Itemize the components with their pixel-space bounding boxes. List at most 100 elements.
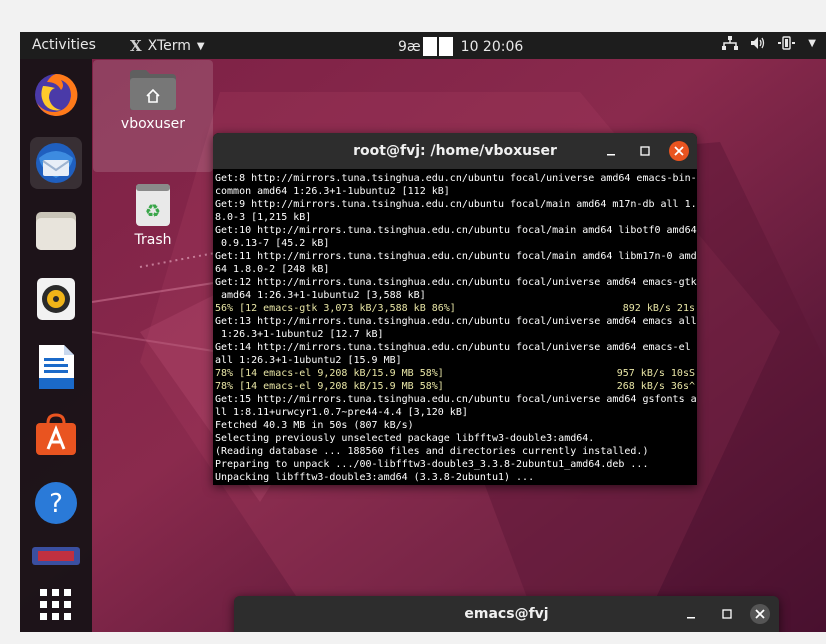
software-store-icon xyxy=(36,413,76,455)
terminal-line-text: common amd64 1:26.3+1-1ubuntu2 [112 kB] xyxy=(215,186,450,197)
terminal-line-text: Get:12 http://mirrors.tuna.tsinghua.edu.… xyxy=(215,277,697,288)
maximize-icon xyxy=(722,609,732,619)
emacs-close-button[interactable] xyxy=(750,604,770,624)
terminal-line-rate: 268 kB/s 36s^ xyxy=(616,381,695,392)
terminal-line-text: Fetched 40.3 MB in 50s (807 kB/s) xyxy=(215,420,414,431)
terminal-line: Get:10 http://mirrors.tuna.tsinghua.edu.… xyxy=(215,224,697,237)
xterm-titlebar[interactable]: root@fvj: /home/vboxuser xyxy=(213,133,697,169)
xterm-window[interactable]: root@fvj: /home/vboxuser Get:8 http://mi… xyxy=(213,133,697,485)
terminal-line: common amd64 1:26.3+1-1ubuntu2 [112 kB] xyxy=(215,185,695,198)
progress-line: 78% [14 emacs-el 9,208 kB/15.9 MB 58%] 26… xyxy=(215,380,695,393)
terminal-line-text: 8.0-3 [1,215 kB] xyxy=(215,212,312,223)
minimize-button[interactable] xyxy=(601,141,621,161)
terminal-line: Get:13 http://mirrors.tuna.tsinghua.edu.… xyxy=(215,315,697,328)
terminal-line: 0.9.13-7 [45.2 kB] xyxy=(215,237,695,250)
desktop-trash[interactable]: ♻ Trash xyxy=(113,182,193,252)
terminal-line: Get:14 http://mirrors.tuna.tsinghua.edu.… xyxy=(215,341,695,354)
terminal-line: Get:15 http://mirrors.tuna.tsinghua.edu.… xyxy=(215,393,697,406)
terminal-line-text: Unpacking libfftw3-double3:amd64 (3.3.8-… xyxy=(215,472,535,483)
terminal-output[interactable]: Get:8 http://mirrors.tuna.tsinghua.edu.c… xyxy=(213,169,697,484)
dock: ? xyxy=(20,59,92,632)
terminal-line: 1:26.3+1-1ubuntu2 [12.7 kB] xyxy=(215,328,695,341)
clock[interactable]: 9æ 10 20:06 xyxy=(398,37,523,56)
terminal-line-text: 78% [14 emacs-el 9,208 kB/15.9 MB 58%] xyxy=(215,368,444,379)
terminal-line-text: Get:13 http://mirrors.tuna.tsinghua.edu.… xyxy=(215,316,697,327)
terminal-line-text: 1:26.3+1-1ubuntu2 [12.7 kB] xyxy=(215,329,384,340)
emacs-window[interactable]: emacs@fvj xyxy=(234,596,779,632)
minimize-icon xyxy=(607,154,615,156)
missing-glyph-box xyxy=(438,37,453,56)
terminal-line-text: Get:9 http://mirrors.tuna.tsinghua.edu.c… xyxy=(215,199,697,210)
close-icon xyxy=(750,604,770,624)
terminal-line: 64 1.8.0-2 [248 kB] xyxy=(215,263,695,276)
thunderbird-icon xyxy=(36,143,76,183)
app-icon xyxy=(32,547,80,565)
terminal-line: 8.0-3 [1,215 kB] xyxy=(215,211,695,224)
terminal-line-rate: 957 kB/s 10sS xyxy=(616,368,695,379)
maximize-button[interactable] xyxy=(635,141,655,161)
terminal-line: Get:9 http://mirrors.tuna.tsinghua.edu.c… xyxy=(215,198,697,211)
network-icon xyxy=(722,36,739,50)
trash-label: Trash xyxy=(134,232,172,248)
terminal-line-text: 64 1.8.0-2 [248 kB] xyxy=(215,264,330,275)
dock-writer[interactable] xyxy=(30,341,82,393)
close-icon xyxy=(669,141,689,161)
terminal-line-text: ll 1:8.11+urwcyr1.0.7~pre44-4.4 [3,120 k… xyxy=(215,407,468,418)
terminal-line: Preparing to unpack .../00-libfftw3-doub… xyxy=(215,458,695,471)
terminal-line-text: Get:11 http://mirrors.tuna.tsinghua.edu.… xyxy=(215,251,697,262)
terminal-line: Get:11 http://mirrors.tuna.tsinghua.edu.… xyxy=(215,250,697,263)
dock-firefox[interactable] xyxy=(30,69,82,121)
emacs-maximize-button[interactable] xyxy=(717,604,737,624)
battery-icon xyxy=(778,36,796,50)
terminal-line-text: 0.9.13-7 [45.2 kB] xyxy=(215,238,330,249)
desktop-screen: Activities X XTerm ▼ 9æ 10 20:06 ▼ ? vbo… xyxy=(20,32,826,632)
clock-time: 10 20:06 xyxy=(460,38,524,55)
svg-text:?: ? xyxy=(49,489,63,519)
trash-icon: ♻ xyxy=(136,184,170,226)
chevron-down-icon: ▼ xyxy=(808,37,816,49)
terminal-line-text: (Reading database ... 188560 files and d… xyxy=(215,446,649,457)
terminal-line: Selecting previously unselected package … xyxy=(215,432,695,445)
emacs-titlebar[interactable]: emacs@fvj xyxy=(234,596,779,632)
show-applications-button[interactable] xyxy=(30,579,82,631)
terminal-line: amd64 1:26.3+1-1ubuntu2 [3,588 kB] xyxy=(215,289,695,302)
dock-files[interactable] xyxy=(30,205,82,257)
terminal-line-text: Selecting previously unselected package … xyxy=(215,433,595,444)
svg-text:♻: ♻ xyxy=(145,201,161,222)
activities-button[interactable]: Activities xyxy=(32,37,96,53)
terminal-line-text: 78% [14 emacs-el 9,208 kB/15.9 MB 58%] xyxy=(215,381,444,392)
app-menu[interactable]: X XTerm ▼ xyxy=(130,37,205,55)
terminal-line: (Reading database ... 188560 files and d… xyxy=(215,445,695,458)
progress-line: 56% [12 emacs-gtk 3,073 kB/3,588 kB 86%]… xyxy=(215,302,695,315)
dock-software[interactable] xyxy=(30,409,82,461)
desktop-home-folder[interactable]: vboxuser xyxy=(93,60,213,172)
help-icon: ? xyxy=(35,482,77,524)
terminal-line-text: Get:15 http://mirrors.tuna.tsinghua.edu.… xyxy=(215,394,697,405)
dock-rhythmbox[interactable] xyxy=(30,273,82,325)
emacs-minimize-button[interactable] xyxy=(681,604,701,624)
system-tray[interactable]: ▼ xyxy=(722,36,816,50)
minimize-icon xyxy=(687,617,695,619)
terminal-line-rate: 892 kB/s 21s xyxy=(622,303,695,314)
terminal-line: Fetched 40.3 MB in 50s (807 kB/s) xyxy=(215,419,695,432)
folder-icon xyxy=(36,212,76,250)
terminal-line-text: Get:14 http://mirrors.tuna.tsinghua.edu.… xyxy=(215,342,691,353)
terminal-line-text: amd64 1:26.3+1-1ubuntu2 [3,588 kB] xyxy=(215,290,426,301)
terminal-line: Get:8 http://mirrors.tuna.tsinghua.edu.c… xyxy=(215,172,697,185)
app-menu-label: XTerm xyxy=(147,38,191,54)
firefox-icon xyxy=(35,73,78,116)
top-bar: Activities X XTerm ▼ 9æ 10 20:06 ▼ xyxy=(20,32,826,59)
terminal-line-text: all 1:26.3+1-1ubuntu2 [15.9 MB] xyxy=(215,355,402,366)
dock-thunderbird[interactable] xyxy=(30,137,82,189)
volume-icon xyxy=(751,37,765,49)
dock-help[interactable]: ? xyxy=(30,477,82,529)
terminal-line: Unpacking libfftw3-double3:amd64 (3.3.8-… xyxy=(215,471,695,484)
missing-glyph-box xyxy=(422,37,437,56)
document-icon xyxy=(39,345,74,389)
dock-partial-app[interactable] xyxy=(30,543,82,565)
close-button[interactable] xyxy=(669,141,689,161)
maximize-icon xyxy=(640,146,650,156)
home-folder-icon xyxy=(130,70,176,110)
progress-line: 78% [14 emacs-el 9,208 kB/15.9 MB 58%] 95… xyxy=(215,367,695,380)
clock-prefix: 9æ xyxy=(398,38,421,55)
